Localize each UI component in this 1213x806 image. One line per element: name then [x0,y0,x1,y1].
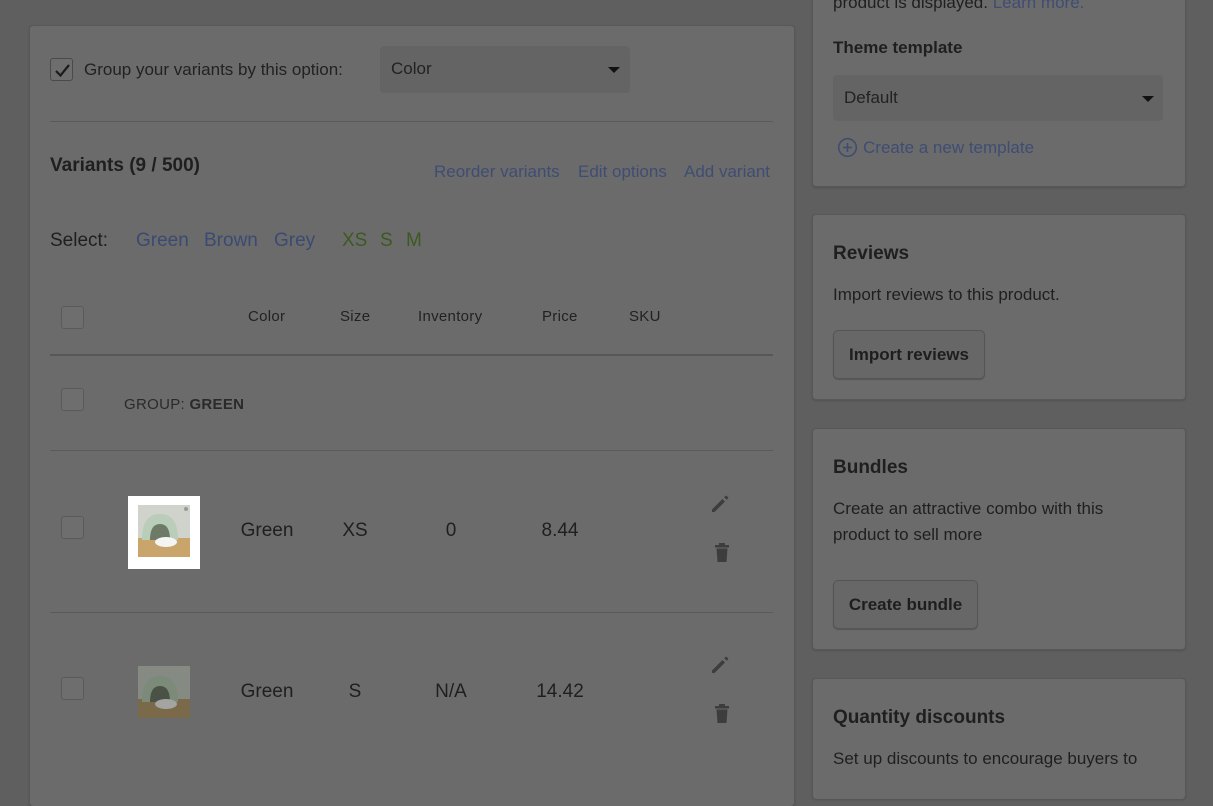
reviews-text: Import reviews to this product. [833,285,1060,304]
row-divider [50,612,773,613]
column-header-sku: SKU [629,308,661,325]
theme-template-title: Theme template [833,38,963,57]
row-color: Green [240,520,294,541]
import-reviews-button[interactable]: Import reviews [833,330,985,379]
edit-pencil-icon[interactable] [710,494,730,514]
row-inventory: N/A [435,681,467,702]
quantity-discounts-text: Set up discounts to encourage buyers to [833,749,1138,768]
variants-title: Variants (9 / 500) [50,155,200,176]
delete-trash-icon[interactable] [713,543,731,563]
group-label: GROUP: GREEN [124,396,244,413]
column-header-inventory: Inventory [418,308,483,325]
learn-more-link[interactable]: Learn more. [993,0,1085,12]
select-xs-link[interactable]: XS [342,230,367,252]
bundles-title: Bundles [833,457,908,478]
chevron-down-icon [608,67,620,73]
column-header-size: Size [340,308,371,325]
edit-pencil-icon[interactable] [710,655,730,675]
group-checkbox[interactable] [61,388,84,411]
delete-trash-icon[interactable] [713,704,731,724]
select-grey-link[interactable]: Grey [274,230,315,252]
variant-thumbnail[interactable] [128,496,200,569]
create-template-label: Create a new template [863,137,1035,157]
row-inventory: 0 [445,520,457,541]
quantity-discounts-title: Quantity discounts [833,707,1006,728]
plus-circle-icon [837,137,858,158]
variant-thumbnail[interactable] [138,666,190,718]
row-size: XS [342,520,368,541]
group-option-value: Color [391,59,432,78]
group-variants-checkbox[interactable] [50,58,73,81]
select-s-link[interactable]: S [380,230,393,252]
section-divider [50,121,773,122]
group-variants-label: Group your variants by this option: [84,60,343,79]
row-color: Green [240,681,294,702]
product-image-icon [138,505,190,557]
select-m-link[interactable]: M [406,230,422,252]
select-label: Select: [50,230,109,251]
reorder-variants-link[interactable]: Reorder variants [434,162,560,182]
column-header-color: Color [248,308,286,325]
chevron-down-icon [1142,96,1154,102]
select-brown-link[interactable]: Brown [204,230,258,252]
group-prefix: GROUP: [124,396,185,413]
row-price: 14.42 [536,681,584,702]
edit-options-link[interactable]: Edit options [578,162,667,182]
row-price: 8.44 [541,520,579,541]
variant-row-checkbox[interactable] [61,516,84,539]
template-help-text-body: product is displayed. [833,0,988,12]
create-template-link[interactable]: Create a new template [837,137,1034,158]
select-all-checkbox[interactable] [61,306,84,329]
group-option-select[interactable]: Color [380,46,630,93]
theme-template-select[interactable]: Default [833,75,1163,121]
checkmark-icon [55,64,70,78]
add-variant-link[interactable]: Add variant [684,162,770,182]
row-divider [50,450,773,451]
quantity-discounts-card [812,678,1186,799]
table-header-divider [50,354,773,356]
product-image-icon [138,666,190,718]
reviews-title: Reviews [833,243,910,264]
row-size: S [348,681,362,702]
bundles-text: Create an attractive combo with this pro… [833,499,1104,544]
create-bundle-button[interactable]: Create bundle [833,580,978,629]
template-help-text: product is displayed. Learn more. [833,0,1084,13]
variant-row-checkbox[interactable] [61,677,84,700]
column-header-price: Price [542,308,578,325]
group-name: GREEN [189,396,245,413]
theme-template-value: Default [844,88,898,107]
select-green-link[interactable]: Green [136,230,189,252]
